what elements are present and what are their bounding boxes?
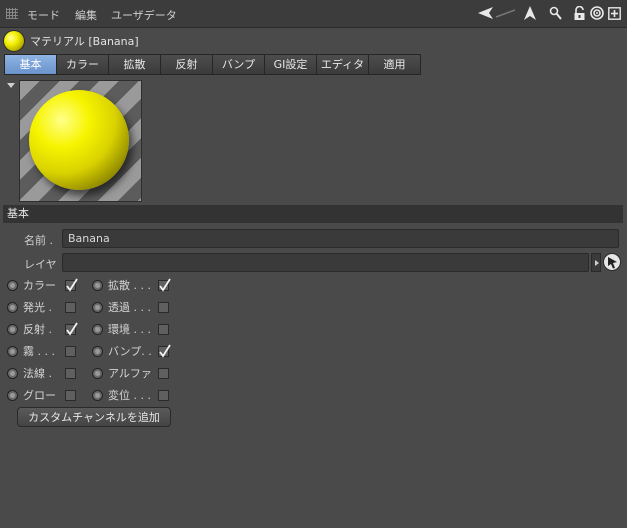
channel-label: グロー — [23, 389, 56, 402]
channel-label: 発光 . — [23, 301, 52, 314]
right-channel-row: 環境 . . . — [92, 320, 169, 338]
channel-radio-icon[interactable] — [92, 279, 103, 291]
tab-bar: 基本 カラー 拡散 反射 バンプ GI設定 エディタ 適用 — [4, 54, 421, 75]
channel-radio-icon[interactable] — [7, 301, 18, 313]
tab-bump[interactable]: バンプ — [213, 54, 265, 75]
channel-checkbox[interactable] — [158, 344, 171, 358]
channel-radio-icon[interactable] — [7, 367, 18, 379]
menu-mode[interactable]: モード — [27, 7, 60, 23]
channel-radio-icon[interactable] — [7, 345, 18, 357]
channel-radio-icon[interactable] — [92, 323, 103, 335]
material-header: マテリアル [Banana] — [4, 30, 139, 52]
channel-radio-icon[interactable] — [92, 367, 103, 379]
channel-checkbox[interactable] — [158, 278, 171, 292]
collapse-arrow-icon[interactable] — [7, 83, 15, 88]
channel-checkbox[interactable] — [158, 323, 169, 335]
right-channel-row: アルファ — [92, 364, 169, 382]
channel-label: 変位 . . . — [108, 389, 151, 402]
channel-radio-icon[interactable] — [92, 389, 103, 401]
right-channel-row: バンプ. . — [92, 342, 171, 360]
tab-editor[interactable]: エディタ — [317, 54, 369, 75]
channel-label: カラー — [23, 279, 56, 292]
channel-checkbox[interactable] — [65, 322, 78, 336]
right-channel-row: 拡散 . . . — [92, 276, 171, 294]
left-channel-row: 反射 . — [7, 320, 78, 338]
name-label: 名前 . — [24, 234, 53, 247]
up-arrow-icon[interactable] — [522, 4, 538, 22]
right-channel-row: 変位 . . . — [92, 386, 169, 404]
search-icon[interactable] — [548, 4, 562, 22]
channel-checkbox[interactable] — [158, 367, 169, 379]
tab-color[interactable]: カラー — [57, 54, 109, 75]
preview-sphere — [29, 90, 129, 190]
channel-checkbox[interactable] — [65, 345, 76, 357]
target-icon[interactable] — [589, 4, 604, 22]
channel-radio-icon[interactable] — [92, 301, 103, 313]
channel-radio-icon[interactable] — [92, 345, 103, 357]
grip-icon[interactable] — [6, 8, 18, 19]
name-input[interactable] — [62, 229, 619, 248]
channel-label: アルファ — [108, 367, 152, 380]
channel-label: 透過 . . . — [108, 301, 151, 314]
left-channel-row: グロー — [7, 386, 76, 404]
layer-label: レイヤ — [24, 258, 57, 271]
material-preview[interactable] — [19, 80, 142, 202]
left-channel-row: 霧 . . . — [7, 342, 76, 360]
add-custom-channel-button[interactable]: カスタムチャンネルを追加 — [17, 407, 171, 427]
left-channel-row: 法線 . — [7, 364, 76, 382]
layer-expand-arrow-icon[interactable] — [591, 253, 601, 272]
material-ball-icon — [4, 31, 24, 51]
channel-label: 反射 . — [23, 323, 52, 336]
tab-gi[interactable]: GI設定 — [265, 54, 317, 75]
pick-cursor-icon[interactable] — [603, 253, 621, 271]
channel-label: 環境 . . . — [108, 323, 151, 336]
checkmark-icon — [66, 278, 78, 292]
channel-checkbox[interactable] — [158, 301, 169, 313]
checkmark-icon — [66, 322, 78, 336]
menu-edit[interactable]: 編集 — [75, 7, 97, 23]
left-channel-row: 発光 . — [7, 298, 76, 316]
channel-checkbox[interactable] — [158, 389, 169, 401]
material-title: マテリアル [Banana] — [30, 35, 139, 48]
channel-label: 霧 . . . — [23, 345, 55, 358]
menu-userdata[interactable]: ユーザデータ — [111, 7, 177, 23]
channel-radio-icon[interactable] — [7, 323, 18, 335]
layer-field[interactable] — [62, 253, 589, 272]
channel-radio-icon[interactable] — [7, 279, 18, 291]
new-panel-icon[interactable] — [607, 4, 621, 22]
lock-icon[interactable] — [572, 4, 586, 22]
channel-checkbox[interactable] — [65, 367, 76, 379]
menu-bar: モード 編集 ユーザデータ — [0, 0, 627, 28]
tab-assignment[interactable]: 適用 — [369, 54, 421, 75]
checkmark-icon — [159, 278, 171, 292]
channel-checkbox[interactable] — [65, 389, 76, 401]
left-channel-row: カラー — [7, 276, 78, 294]
channel-label: バンプ. . — [108, 345, 152, 358]
back-arrow-icon[interactable] — [476, 4, 518, 22]
tab-reflection[interactable]: 反射 — [161, 54, 213, 75]
channel-radio-icon[interactable] — [7, 389, 18, 401]
channel-label: 法線 . — [23, 367, 52, 380]
section-header: 基本 — [3, 205, 623, 223]
channel-checkbox[interactable] — [65, 301, 76, 313]
channel-checkbox[interactable] — [65, 278, 78, 292]
checkmark-icon — [159, 344, 171, 358]
tab-diffusion[interactable]: 拡散 — [109, 54, 161, 75]
tab-basic[interactable]: 基本 — [4, 54, 57, 75]
channel-label: 拡散 . . . — [108, 279, 151, 292]
right-channel-row: 透過 . . . — [92, 298, 169, 316]
